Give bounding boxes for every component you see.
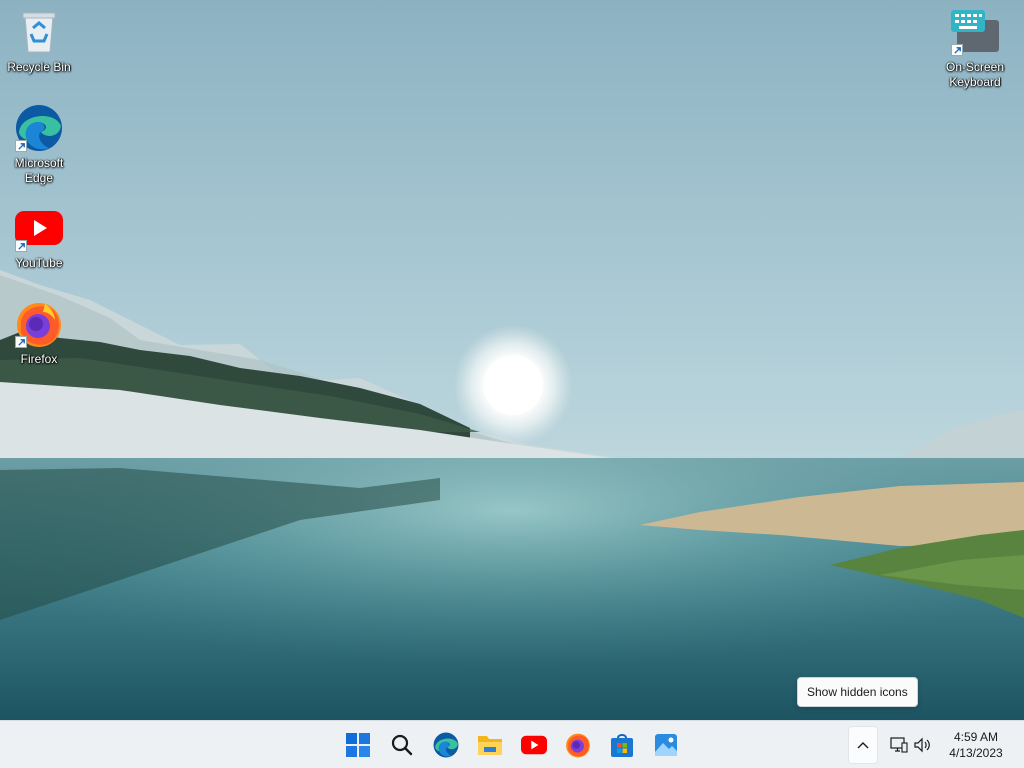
taskbar-firefox-button[interactable] — [556, 725, 600, 765]
desktop-icon-edge[interactable]: Microsoft Edge — [1, 104, 77, 186]
taskbar-store-button[interactable] — [600, 725, 644, 765]
photos-icon — [655, 734, 677, 756]
desktop-icon-label: On-Screen Keyboard — [945, 60, 1005, 89]
desktop-icon-label: Microsoft Edge — [14, 156, 64, 185]
desktop-icon-label: YouTube — [15, 256, 63, 270]
folder-icon — [478, 736, 502, 755]
shortcut-arrow-icon — [15, 240, 27, 252]
desktop-wallpaper — [0, 0, 1024, 720]
desktop-icon-on-screen-keyboard[interactable]: On-Screen Keyboard — [937, 8, 1013, 90]
taskbar-youtube-button[interactable] — [512, 725, 556, 765]
shortcut-arrow-icon — [951, 44, 963, 56]
desktop-icon-label: Firefox — [20, 352, 58, 366]
clock-date: 4/13/2023 — [949, 746, 1003, 760]
keyboard-icon — [951, 8, 999, 56]
shortcut-arrow-icon — [15, 336, 27, 348]
edge-icon — [15, 104, 63, 152]
taskbar-apps — [336, 721, 688, 768]
youtube-icon — [15, 204, 63, 252]
clock-time: 4:59 AM — [953, 730, 999, 744]
search-button[interactable] — [380, 725, 424, 765]
store-icon — [611, 734, 633, 757]
shortcut-arrow-icon — [15, 140, 27, 152]
chevron-up-icon — [857, 742, 869, 749]
desktop-icon-recycle-bin[interactable]: Recycle Bin — [1, 8, 77, 75]
show-hidden-icons-button[interactable] — [848, 726, 878, 764]
network-icon — [890, 737, 908, 753]
taskbar-edge-button[interactable] — [424, 725, 468, 765]
taskbar-file-explorer-button[interactable] — [468, 725, 512, 765]
quick-settings-button[interactable] — [884, 726, 938, 764]
system-tray: 4:59 AM 4/13/2023 — [848, 721, 1024, 768]
desktop-icon-label: Recycle Bin — [7, 60, 71, 74]
show-hidden-icons-tooltip: Show hidden icons — [797, 677, 918, 707]
desktop-icon-youtube[interactable]: YouTube — [1, 204, 77, 271]
firefox-icon — [15, 300, 63, 348]
youtube-icon — [521, 735, 547, 755]
recycle-bin-icon — [15, 8, 63, 56]
taskbar-clock[interactable]: 4:59 AM 4/13/2023 — [938, 729, 1014, 761]
taskbar: 4:59 AM 4/13/2023 — [0, 720, 1024, 768]
edge-icon — [433, 732, 459, 758]
start-button[interactable] — [336, 725, 380, 765]
windows-start-icon — [346, 733, 370, 757]
taskbar-photos-button[interactable] — [644, 725, 688, 765]
desktop-icon-firefox[interactable]: Firefox — [1, 300, 77, 367]
search-icon — [391, 734, 413, 756]
firefox-icon — [566, 733, 590, 758]
volume-icon — [914, 737, 930, 753]
